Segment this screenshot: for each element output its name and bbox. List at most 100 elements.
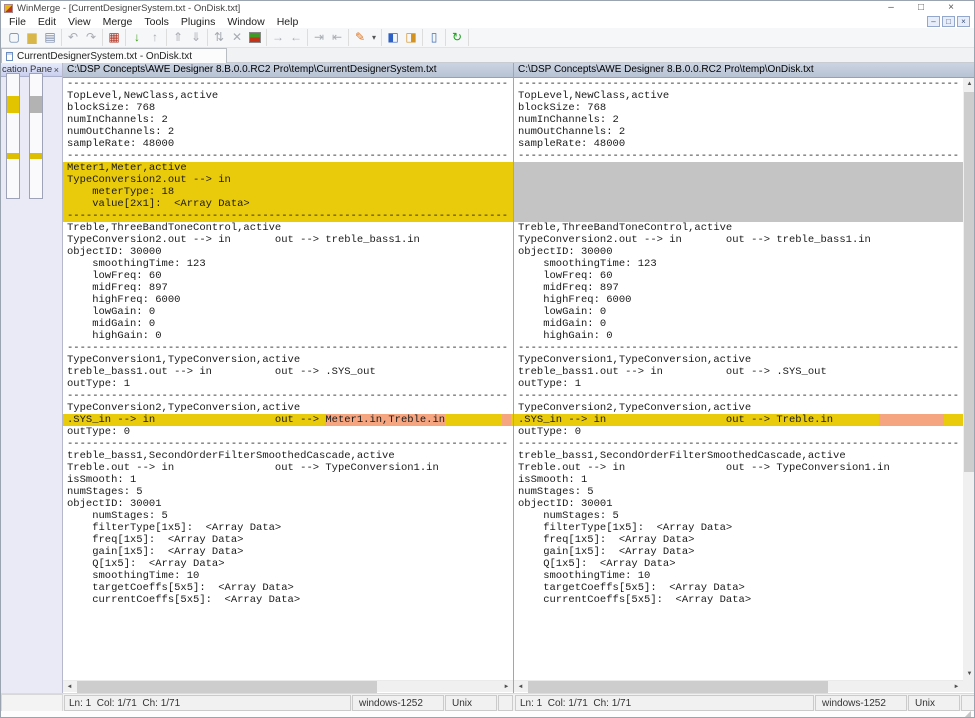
left-line-34[interactable]: isSmooth: 1	[63, 474, 513, 486]
first-difference-icon[interactable]: ⇑	[169, 30, 187, 46]
right-line-6[interactable]: sampleRate: 48000	[514, 138, 963, 150]
right-line-14[interactable]: TypeConversion2.out --> in out --> trebl…	[514, 234, 963, 246]
prev-difference-icon[interactable]: ↑	[146, 30, 164, 46]
location-diff1-right[interactable]	[30, 96, 42, 113]
redo-icon[interactable]: ↷	[82, 30, 100, 46]
maximize-button[interactable]: □	[906, 1, 936, 15]
resize-grip[interactable]: ◢	[965, 709, 971, 718]
left-line-2[interactable]: TopLevel,NewClass,active	[63, 90, 513, 102]
mdi-minimize-button[interactable]: –	[927, 16, 940, 27]
right-line-3[interactable]: blockSize: 768	[514, 102, 963, 114]
right-line-39[interactable]: freq[1x5]: <Array Data>	[514, 534, 963, 546]
right-line-10[interactable]	[514, 186, 963, 198]
left-line-14[interactable]: TypeConversion2.out --> in out --> trebl…	[63, 234, 513, 246]
select-diff-icon[interactable]: ✕	[228, 30, 246, 46]
left-line-20[interactable]: lowGain: 0	[63, 306, 513, 318]
right-line-31[interactable]: ----------------------------------------…	[514, 438, 963, 450]
left-line-10[interactable]: meterType: 18	[63, 186, 513, 198]
open-icon[interactable]: ▆	[23, 30, 41, 46]
menu-plugins[interactable]: Plugins	[175, 16, 221, 28]
left-line-38[interactable]: filterType[1x5]: <Array Data>	[63, 522, 513, 534]
right-line-44[interactable]: currentCoeffs[5x5]: <Array Data>	[514, 594, 963, 606]
right-pane-content[interactable]: ----------------------------------------…	[514, 78, 963, 680]
left-line-41[interactable]: Q[1x5]: <Array Data>	[63, 558, 513, 570]
vertical-scrollbar[interactable]: ▲ ▼	[963, 78, 975, 680]
right-pane-path-header[interactable]: C:\DSP Concepts\AWE Designer 8.B.0.0.RC2…	[514, 63, 975, 78]
right-line-13[interactable]: Treble,ThreeBandToneControl,active	[514, 222, 963, 234]
left-line-39[interactable]: freq[1x5]: <Array Data>	[63, 534, 513, 546]
right-line-20[interactable]: lowGain: 0	[514, 306, 963, 318]
left-hscroll-thumb[interactable]	[77, 681, 377, 693]
left-line-27[interactable]: ----------------------------------------…	[63, 390, 513, 402]
right-line-19[interactable]: highFreq: 6000	[514, 294, 963, 306]
left-line-11[interactable]: value[2x1]: <Array Data>	[63, 198, 513, 210]
right-line-12[interactable]	[514, 210, 963, 222]
right-line-42[interactable]: smoothingTime: 10	[514, 570, 963, 582]
scroll-right-icon[interactable]: ►	[950, 681, 963, 693]
left-pane-content[interactable]: ----------------------------------------…	[63, 78, 513, 680]
right-line-24[interactable]: TypeConversion1,TypeConversion,active	[514, 354, 963, 366]
scroll-left-icon[interactable]: ◄	[63, 681, 76, 693]
left-line-1[interactable]: ----------------------------------------…	[63, 78, 513, 90]
left-line-5[interactable]: numOutChannels: 2	[63, 126, 513, 138]
copy-left-advance-icon[interactable]: ⇤	[328, 30, 346, 46]
right-line-1[interactable]: ----------------------------------------…	[514, 78, 963, 90]
copy-right-advance-icon[interactable]: ⇥	[310, 30, 328, 46]
compare-tab[interactable]: CurrentDesignerSystem.txt - OnDisk.txt	[1, 48, 227, 63]
right-line-25[interactable]: treble_bass1.out --> in out --> .SYS_out	[514, 366, 963, 378]
refresh-icon[interactable]: ↻	[448, 30, 466, 46]
select-line-diff-icon[interactable]	[249, 32, 261, 43]
right-line-30[interactable]: outType: 0	[514, 426, 963, 438]
right-line-9[interactable]	[514, 174, 963, 186]
left-line-24[interactable]: TypeConversion1,TypeConversion,active	[63, 354, 513, 366]
left-line-28[interactable]: TypeConversion2,TypeConversion,active	[63, 402, 513, 414]
right-line-38[interactable]: filterType[1x5]: <Array Data>	[514, 522, 963, 534]
scroll-right-icon[interactable]: ►	[500, 681, 513, 693]
left-line-37[interactable]: numStages: 5	[63, 510, 513, 522]
right-line-21[interactable]: midGain: 0	[514, 318, 963, 330]
right-line-5[interactable]: numOutChannels: 2	[514, 126, 963, 138]
right-line-40[interactable]: gain[1x5]: <Array Data>	[514, 546, 963, 558]
left-line-29[interactable]: .SYS_in --> in out --> Meter1.in,Treble.…	[63, 414, 513, 426]
menu-view[interactable]: View	[62, 16, 97, 28]
right-line-15[interactable]: objectID: 30000	[514, 246, 963, 258]
left-line-23[interactable]: ----------------------------------------…	[63, 342, 513, 354]
vscroll-thumb[interactable]	[964, 92, 975, 472]
right-line-35[interactable]: numStages: 5	[514, 486, 963, 498]
left-line-40[interactable]: gain[1x5]: <Array Data>	[63, 546, 513, 558]
left-line-42[interactable]: smoothingTime: 10	[63, 570, 513, 582]
right-line-34[interactable]: isSmooth: 1	[514, 474, 963, 486]
left-line-33[interactable]: Treble.out --> in out --> TypeConversion…	[63, 462, 513, 474]
left-line-43[interactable]: targetCoeffs[5x5]: <Array Data>	[63, 582, 513, 594]
minimize-button[interactable]: –	[876, 1, 906, 15]
left-line-19[interactable]: highFreq: 6000	[63, 294, 513, 306]
right-line-4[interactable]: numInChannels: 2	[514, 114, 963, 126]
copy-right-icon[interactable]: →	[269, 30, 287, 46]
left-line-21[interactable]: midGain: 0	[63, 318, 513, 330]
right-line-36[interactable]: objectID: 30001	[514, 498, 963, 510]
right-horizontal-scrollbar[interactable]: ◄ ►	[514, 680, 963, 692]
right-line-32[interactable]: treble_bass1,SecondOrderFilterSmoothedCa…	[514, 450, 963, 462]
menu-help[interactable]: Help	[271, 16, 305, 28]
right-line-23[interactable]: ----------------------------------------…	[514, 342, 963, 354]
left-line-13[interactable]: Treble,ThreeBandToneControl,active	[63, 222, 513, 234]
auto-merge-icon[interactable]: ✎	[351, 30, 369, 46]
right-line-27[interactable]: ----------------------------------------…	[514, 390, 963, 402]
menu-file[interactable]: File	[3, 16, 32, 28]
current-difference-icon[interactable]: ⇅	[210, 30, 228, 46]
right-line-29[interactable]: .SYS_in --> in out --> Treble.in	[514, 414, 963, 426]
new-file-icon[interactable]: ▢	[5, 30, 23, 46]
right-line-22[interactable]: highGain: 0	[514, 330, 963, 342]
location-diff1-left[interactable]	[7, 96, 19, 113]
location-bar-left-file[interactable]	[6, 73, 20, 199]
right-line-8[interactable]	[514, 162, 963, 174]
right-hscroll-thumb[interactable]	[528, 681, 828, 693]
scroll-down-icon[interactable]: ▼	[963, 668, 975, 680]
left-line-6[interactable]: sampleRate: 48000	[63, 138, 513, 150]
location-diff2-right[interactable]	[30, 153, 42, 159]
menu-merge[interactable]: Merge	[97, 16, 139, 28]
right-line-28[interactable]: TypeConversion2,TypeConversion,active	[514, 402, 963, 414]
last-difference-icon[interactable]: ⇓	[187, 30, 205, 46]
left-line-30[interactable]: outType: 0	[63, 426, 513, 438]
options-icon[interactable]: ▦	[105, 30, 123, 46]
